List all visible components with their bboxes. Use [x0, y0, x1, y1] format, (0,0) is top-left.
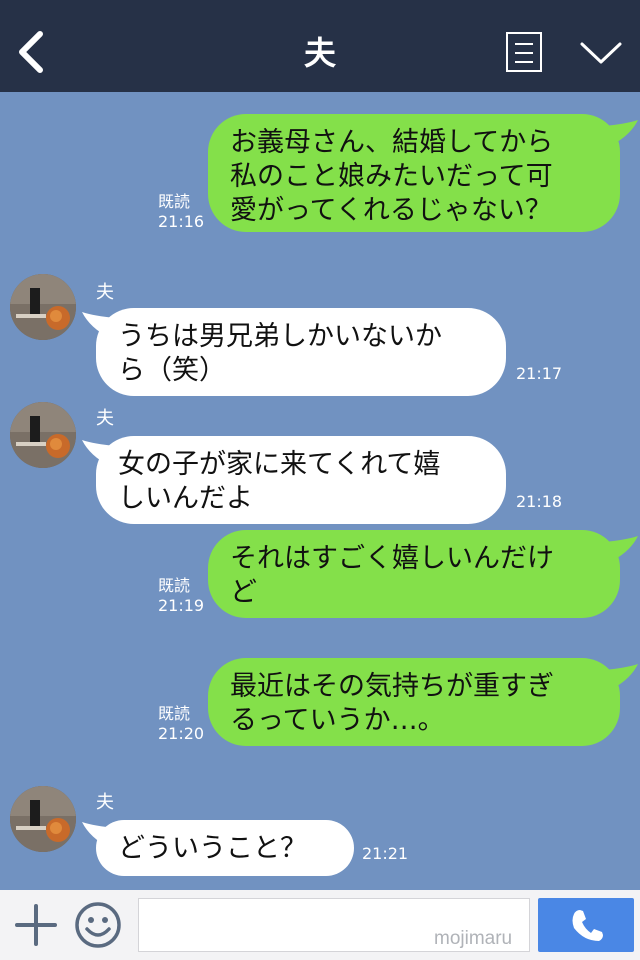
message-bubble: うちは男兄弟しかいないか ら（笑） — [96, 308, 506, 396]
read-label: 既読 — [158, 192, 191, 211]
message-time: 21:19 — [158, 596, 205, 615]
plus-icon — [15, 904, 57, 946]
bubble-tail — [604, 536, 638, 562]
read-status: 既読 21:16 — [158, 192, 204, 232]
read-status: 既読 21:19 — [158, 576, 204, 616]
bubble-tail — [604, 120, 638, 146]
message-bubble: 女の子が家に来てくれて嬉 しいんだよ — [96, 436, 506, 524]
emoji-button[interactable] — [74, 901, 122, 949]
add-button[interactable] — [14, 902, 58, 948]
phone-icon — [572, 910, 603, 941]
read-label: 既読 — [158, 704, 191, 723]
message-line: 女の子が家に来てくれて嬉 — [118, 449, 441, 480]
read-label: 既読 — [158, 576, 191, 595]
message-bubble: 最近はその気持ちが重すぎ るっていうか…。 — [208, 658, 620, 746]
list-menu-line — [515, 61, 533, 63]
avatar-photo — [10, 402, 76, 468]
avatar-photo — [10, 274, 76, 340]
avatar[interactable] — [10, 274, 76, 340]
sender-name: 夫 — [96, 408, 114, 429]
message-line: お義母さん、結婚してから — [230, 127, 554, 158]
list-menu-icon — [515, 43, 533, 45]
message-line: 最近はその気持ちが重すぎ — [230, 671, 554, 702]
sender-name: 夫 — [96, 792, 114, 813]
chat-header: 夫 — [0, 0, 640, 92]
message-line: しいんだよ — [118, 483, 253, 514]
message-time: 21:16 — [158, 212, 205, 231]
message-bubble: それはすごく嬉しいんだけ ど — [208, 530, 620, 618]
list-menu-line — [515, 52, 533, 54]
smiley-icon — [75, 902, 121, 948]
bubble-tail — [82, 822, 116, 848]
input-bar — [0, 890, 640, 960]
message-line: どういうこと？ — [118, 833, 307, 864]
message-bubble: どういうこと？ — [96, 820, 354, 876]
message-line: 愛がってくれるじゃない？ — [230, 195, 552, 226]
chat-title: 夫 — [303, 34, 336, 72]
message-line: るっていうか…。 — [230, 705, 445, 736]
bubble-tail — [82, 440, 116, 466]
message-line: うちは男兄弟しかいないか — [118, 321, 442, 352]
bubble-tail — [604, 664, 638, 690]
avatar[interactable] — [10, 786, 76, 852]
message-bubble: お義母さん、結婚してから 私のこと娘みたいだって可 愛がってくれるじゃない？ — [208, 114, 620, 232]
avatar-photo — [10, 786, 76, 852]
chevron-down-icon — [580, 42, 622, 64]
message-time: 21:18 — [516, 492, 563, 511]
bubble-tail — [82, 312, 116, 338]
sender-name: 夫 — [96, 282, 114, 303]
avatar[interactable] — [10, 402, 76, 468]
message-line: ど — [230, 577, 257, 608]
message-line: ら（笑） — [118, 355, 226, 386]
watermark: mojimaru — [434, 928, 513, 949]
call-button[interactable] — [538, 898, 634, 952]
message-time: 21:20 — [158, 724, 205, 743]
message-time: 21:17 — [516, 364, 563, 383]
collapse-button[interactable] — [578, 38, 624, 68]
message-time: 21:21 — [362, 844, 409, 863]
chat-area[interactable]: お義母さん、結婚してから 私のこと娘みたいだって可 愛がってくれるじゃない？ 既… — [0, 92, 640, 890]
read-status: 既読 21:20 — [158, 704, 204, 744]
message-line: 私のこと娘みたいだって可 — [230, 161, 553, 192]
message-line: それはすごく嬉しいんだけ — [230, 543, 554, 574]
menu-button[interactable] — [506, 32, 542, 72]
